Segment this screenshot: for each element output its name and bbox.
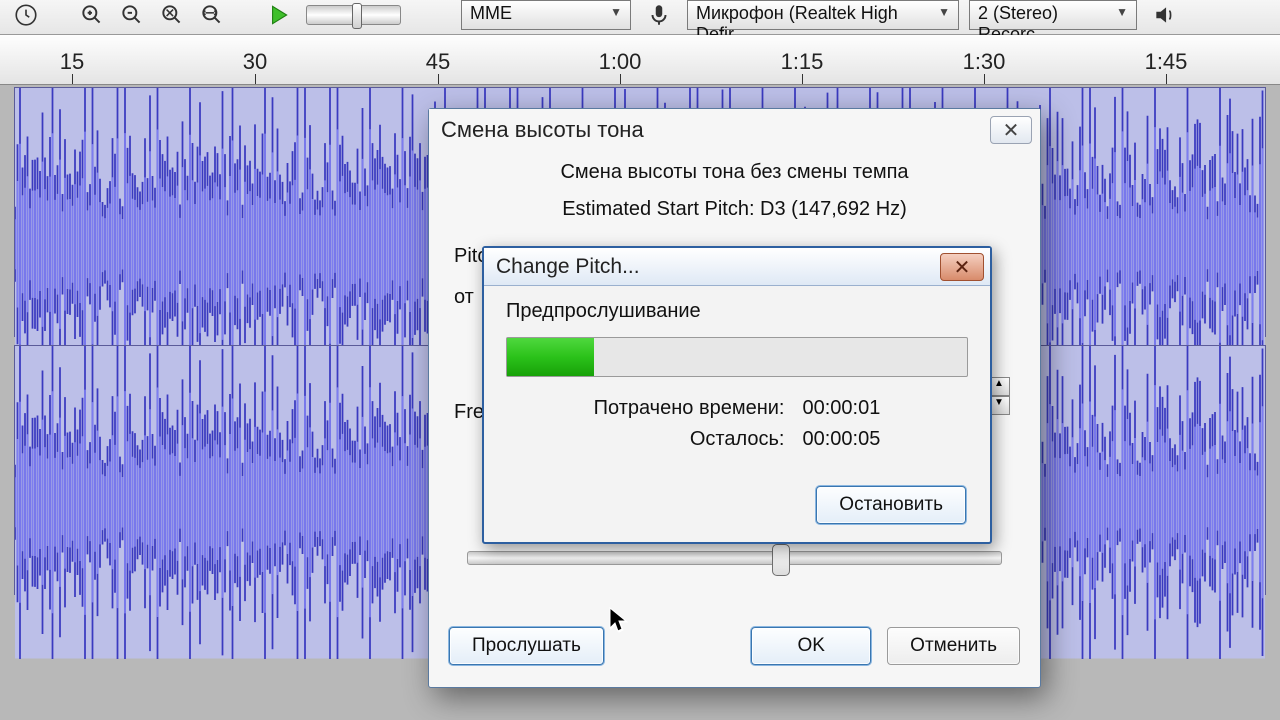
- elapsed-label: Потрачено времени:: [594, 397, 785, 420]
- remaining-value: 00:00:05: [802, 428, 880, 451]
- estimated-pitch-label: Estimated Start Pitch: D3 (147,692 Hz): [454, 198, 1015, 221]
- preview-button[interactable]: Прослушать: [449, 627, 604, 665]
- zoom-out-icon[interactable]: [114, 0, 150, 33]
- play-button[interactable]: [260, 0, 296, 33]
- zoom-fit-project-icon[interactable]: [194, 0, 230, 33]
- dialog-subtitle: Смена высоты тона без смены темпа: [454, 161, 1015, 184]
- mic-icon: [641, 0, 677, 33]
- progress-dialog-title[interactable]: Change Pitch...: [484, 248, 990, 286]
- tool-clock-icon[interactable]: [8, 0, 44, 33]
- dialog-title[interactable]: Смена высоты тона: [429, 109, 1040, 151]
- cancel-button[interactable]: Отменить: [887, 627, 1020, 665]
- close-icon[interactable]: ✕: [940, 253, 984, 281]
- progress-heading: Предпрослушивание: [506, 300, 968, 323]
- playback-speed-slider[interactable]: [306, 5, 401, 25]
- ok-button[interactable]: OK: [751, 627, 871, 665]
- mouse-cursor-icon: [608, 606, 628, 634]
- recording-channels-dropdown[interactable]: 2 (Stereo) Recorc: [969, 0, 1137, 30]
- remaining-label: Осталось:: [594, 428, 785, 451]
- recording-device-dropdown[interactable]: Микрофон (Realtek High Defir: [687, 0, 959, 30]
- progress-bar: [506, 337, 968, 377]
- progress-dialog: Change Pitch... ✕ Предпрослушивание Потр…: [482, 246, 992, 544]
- timeline-ruler[interactable]: 15 30 45 1:00 1:15 1:30 1:45: [0, 35, 1280, 85]
- audio-host-dropdown[interactable]: MME: [461, 0, 631, 30]
- close-icon[interactable]: ✕: [990, 116, 1032, 144]
- stop-button[interactable]: Остановить: [816, 486, 966, 524]
- zoom-in-icon[interactable]: [74, 0, 110, 33]
- speaker-icon: [1147, 0, 1183, 33]
- main-toolbar: MME Микрофон (Realtek High Defir 2 (Ster…: [0, 0, 1280, 35]
- elapsed-value: 00:00:01: [802, 397, 880, 420]
- pitch-slider[interactable]: [467, 551, 1002, 565]
- zoom-fit-selection-icon[interactable]: [154, 0, 190, 33]
